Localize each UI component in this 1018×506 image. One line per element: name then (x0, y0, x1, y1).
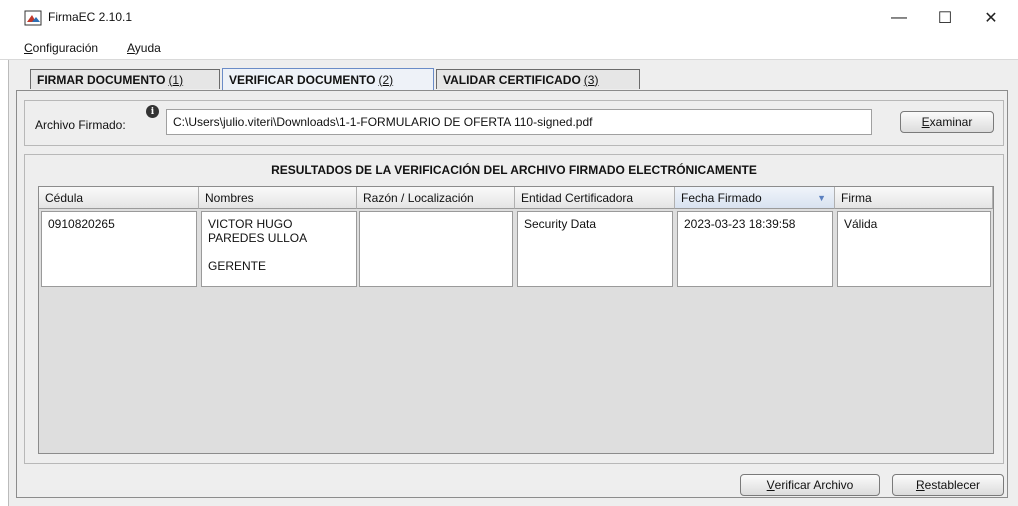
examinar-label: xaminar (929, 115, 973, 129)
sort-descending-icon: ▼ (817, 193, 826, 203)
tab-firmar-label: FIRMAR DOCUMENTO (37, 72, 166, 87)
cell-nombres-line1: VICTOR HUGO (208, 217, 293, 231)
tab-validar-shortcut: (3) (583, 72, 599, 87)
cell-fecha[interactable]: 2023-03-23 18:39:58 (677, 211, 833, 287)
tab-verificar-shortcut: (2) (378, 72, 394, 87)
window-title: FirmaEC 2.10.1 (48, 10, 133, 24)
column-header-firma[interactable]: Firma (835, 187, 993, 209)
menu-ayuda-mnemonic: A (127, 41, 135, 55)
restablecer-label: establecer (924, 478, 981, 492)
tab-validar-label: VALIDAR CERTIFICADO (443, 72, 581, 87)
app-icon (24, 10, 42, 26)
tab-firmar-documento[interactable]: FIRMAR DOCUMENTO (1) (30, 69, 220, 89)
tab-validar-certificado[interactable]: VALIDAR CERTIFICADO (3) (436, 69, 640, 89)
column-header-nombres[interactable]: Nombres (199, 187, 357, 209)
verificar-label: erificar Archivo (774, 478, 854, 492)
title-bar: FirmaEC 2.10.1 — ☐ ✕ (0, 0, 1018, 36)
minimize-button[interactable]: — (876, 4, 922, 32)
restablecer-button[interactable]: Restablecer (892, 474, 1004, 496)
cell-nombres-line3: GERENTE (208, 259, 267, 273)
cell-nombres-line2: PAREDES ULLOA (208, 231, 308, 245)
maximize-button[interactable]: ☐ (922, 4, 968, 32)
cell-razon[interactable] (359, 211, 513, 287)
verificar-archivo-button[interactable]: Verificar Archivo (740, 474, 880, 496)
tab-verificar-label: VERIFICAR DOCUMENTO (229, 72, 376, 87)
menu-configuracion-mnemonic: C (24, 41, 33, 55)
column-header-fecha-label: Fecha Firmado (681, 191, 762, 205)
column-header-fecha[interactable]: Fecha Firmado ▼ (675, 187, 835, 209)
cell-cedula[interactable]: 0910820265 (41, 211, 197, 287)
examinar-button[interactable]: Examinar (900, 111, 994, 133)
cell-entidad[interactable]: Security Data (517, 211, 673, 287)
column-header-entidad[interactable]: Entidad Certificadora (515, 187, 675, 209)
results-table: Cédula Nombres Razón / Localización Enti… (38, 186, 994, 454)
menu-configuracion[interactable]: Configuración (24, 41, 98, 55)
menu-bar: Configuración Ayuda (0, 38, 1018, 60)
tab-firmar-shortcut: (1) (168, 72, 184, 87)
menu-ayuda-label: yuda (134, 41, 161, 55)
restablecer-mnemonic: R (915, 478, 925, 492)
cell-firma[interactable]: Válida (837, 211, 991, 287)
results-title: RESULTADOS DE LA VERIFICACIÓN DEL ARCHIV… (271, 163, 757, 177)
tab-verificar-documento[interactable]: VERIFICAR DOCUMENTO (2) (222, 68, 434, 90)
close-button[interactable]: ✕ (968, 4, 1014, 32)
file-label: Archivo Firmado: (35, 118, 126, 132)
menu-ayuda[interactable]: Ayuda (127, 41, 161, 55)
cell-nombres[interactable]: VICTOR HUGO PAREDES ULLOA GERENTE (201, 211, 357, 287)
verificar-mnemonic: V (766, 478, 775, 492)
column-header-razon[interactable]: Razón / Localización (357, 187, 515, 209)
examinar-mnemonic: E (921, 115, 930, 129)
info-icon[interactable]: i (146, 105, 159, 118)
file-path-input[interactable] (166, 109, 872, 135)
menu-configuracion-label: onfiguración (32, 41, 99, 55)
column-header-cedula[interactable]: Cédula (39, 187, 199, 209)
